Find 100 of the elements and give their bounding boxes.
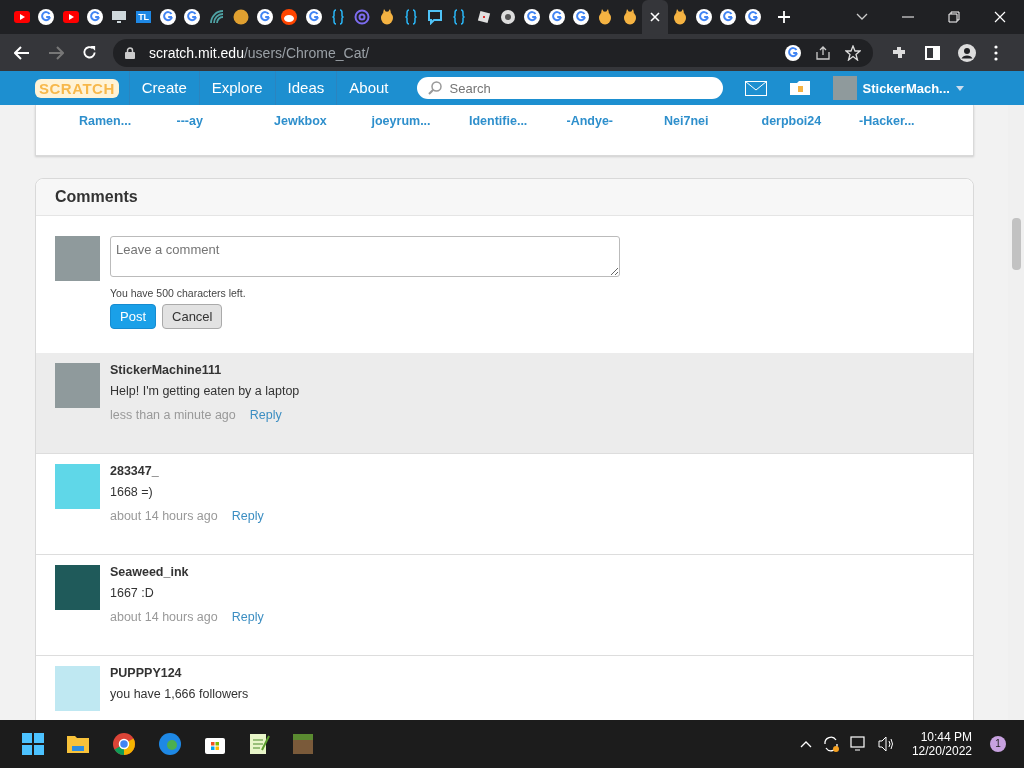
speaker-icon[interactable]: [877, 736, 896, 752]
monitor-icon: [111, 10, 128, 24]
ring-icon: [500, 9, 517, 25]
search-field[interactable]: Search: [416, 77, 723, 99]
cat-face-icon: [598, 9, 613, 25]
tab-favicon-text: TL: [136, 11, 152, 23]
avatar-image: [55, 565, 100, 610]
g-logo-icon: [159, 9, 176, 25]
edge-browser-icon[interactable]: [158, 732, 182, 756]
comment-text: 1668 =): [110, 485, 154, 499]
avatar-image: [55, 666, 100, 711]
new-tab-icon[interactable]: [776, 10, 791, 24]
clock-date[interactable]: 12/20/2022: [911, 744, 972, 758]
g-logo-icon: [572, 9, 589, 25]
comment-username[interactable]: PUPPPY124: [110, 666, 249, 680]
g-logo-icon: [744, 9, 761, 25]
chrome-browser-icon[interactable]: [112, 732, 136, 756]
avatar-image: [832, 76, 857, 100]
account-menu[interactable]: StickerMach...: [832, 76, 964, 100]
g-logo-icon: [305, 9, 322, 25]
comment-time: about 14 hours ago: [110, 509, 218, 523]
comments-title: Comments: [36, 179, 973, 216]
chat-bubble-icon: [427, 9, 444, 25]
follower-link[interactable]: ---ay: [176, 114, 274, 155]
circle-icon: [232, 9, 249, 25]
reply-link[interactable]: Reply: [231, 610, 264, 624]
restore-icon[interactable]: [948, 11, 960, 23]
forward-arrow-icon[interactable]: [48, 45, 64, 60]
network-icon[interactable]: [849, 736, 868, 752]
cat-face-icon: [622, 9, 637, 25]
notepad-icon[interactable]: [248, 732, 270, 756]
follower-link[interactable]: -Andye-: [566, 114, 664, 155]
reload-icon[interactable]: [82, 45, 97, 60]
close-icon[interactable]: [994, 11, 1006, 23]
arcs-icon: [208, 9, 225, 25]
follower-link[interactable]: -Hacker...: [859, 114, 957, 155]
follower-link[interactable]: Nei7nei: [664, 114, 762, 155]
at-sign-icon: [354, 9, 371, 25]
windows-start-icon[interactable]: [22, 733, 44, 755]
comment-username[interactable]: Seaweed_ink: [110, 565, 264, 579]
g-logo-icon: [38, 9, 55, 25]
profile-icon[interactable]: [958, 43, 976, 62]
comment-username[interactable]: 283347_: [110, 464, 264, 478]
caret-icon: [955, 85, 964, 91]
lock-icon: [125, 46, 135, 59]
chevron-up-icon[interactable]: [799, 740, 812, 748]
grass-block-icon[interactable]: [292, 733, 314, 755]
follower-link[interactable]: Ramen...: [79, 114, 177, 155]
comment-text: 1667 :D: [110, 586, 155, 600]
comment-text: Help! I'm getting eaten by a laptop: [110, 384, 300, 398]
cancel-button[interactable]: Cancel: [162, 304, 223, 329]
reply-link[interactable]: Reply: [231, 509, 264, 523]
side-panel-icon[interactable]: [925, 45, 940, 60]
character-count: You have 500 characters left.: [110, 287, 247, 299]
g-logo-icon: [720, 9, 737, 25]
g-logo-icon: [548, 9, 565, 25]
play-icon: [62, 11, 79, 23]
play-icon: [14, 11, 31, 23]
comment-username[interactable]: StickerMachine111: [110, 363, 300, 377]
g-logo-icon: [696, 9, 713, 25]
close-icon[interactable]: [649, 12, 660, 22]
address-bar[interactable]: scratch.mit.edu/users/Chrome_Cat/: [113, 38, 873, 67]
cat-face-icon: [379, 9, 394, 25]
browser-tab[interactable]: [641, 0, 668, 34]
post-button[interactable]: Post: [110, 304, 156, 329]
kebab-menu-icon[interactable]: [994, 44, 998, 61]
browser-tab[interactable]: TL: [131, 0, 156, 34]
follower-link[interactable]: Identifie...: [469, 114, 567, 155]
g-logo-icon: [87, 9, 104, 25]
share-icon[interactable]: [815, 44, 831, 61]
chevron-down-icon[interactable]: [856, 13, 868, 21]
clock-time[interactable]: 10:44 PM: [920, 730, 972, 744]
follower-link[interactable]: Jewkbox: [274, 114, 372, 155]
url-text: scratch.mit.edu/users/Chrome_Cat/: [149, 44, 370, 61]
g-logo-icon[interactable]: [785, 44, 801, 61]
scrollbar-thumb[interactable]: [1012, 218, 1021, 270]
sync-icon[interactable]: [821, 735, 840, 753]
braces-icon: [404, 9, 417, 25]
follower-link[interactable]: derpboi24: [761, 114, 859, 155]
puzzle-piece-icon[interactable]: [891, 44, 907, 61]
alien-face-icon: [281, 9, 298, 25]
search-icon: [427, 81, 442, 95]
g-logo-icon: [184, 9, 201, 25]
comment-text: you have 1,666 followers: [110, 687, 249, 701]
comment-time: less than a minute ago: [110, 408, 236, 422]
comment-input[interactable]: Leave a comment: [110, 236, 620, 277]
g-logo-icon: [524, 9, 541, 25]
braces-icon: [332, 9, 344, 25]
notification-badge[interactable]: 1: [990, 736, 1006, 752]
envelope-icon[interactable]: [744, 80, 767, 96]
folder-icon[interactable]: [66, 734, 90, 754]
star-icon[interactable]: [845, 44, 861, 61]
cat-face-icon: [672, 9, 687, 25]
follower-link[interactable]: joeyrum...: [371, 114, 469, 155]
g-logo-icon: [257, 9, 274, 25]
reply-link[interactable]: Reply: [249, 408, 282, 422]
avatar-image: [55, 363, 100, 408]
avatar-image: [55, 464, 100, 509]
braces-icon: [453, 9, 466, 25]
back-arrow-icon[interactable]: [14, 45, 30, 60]
